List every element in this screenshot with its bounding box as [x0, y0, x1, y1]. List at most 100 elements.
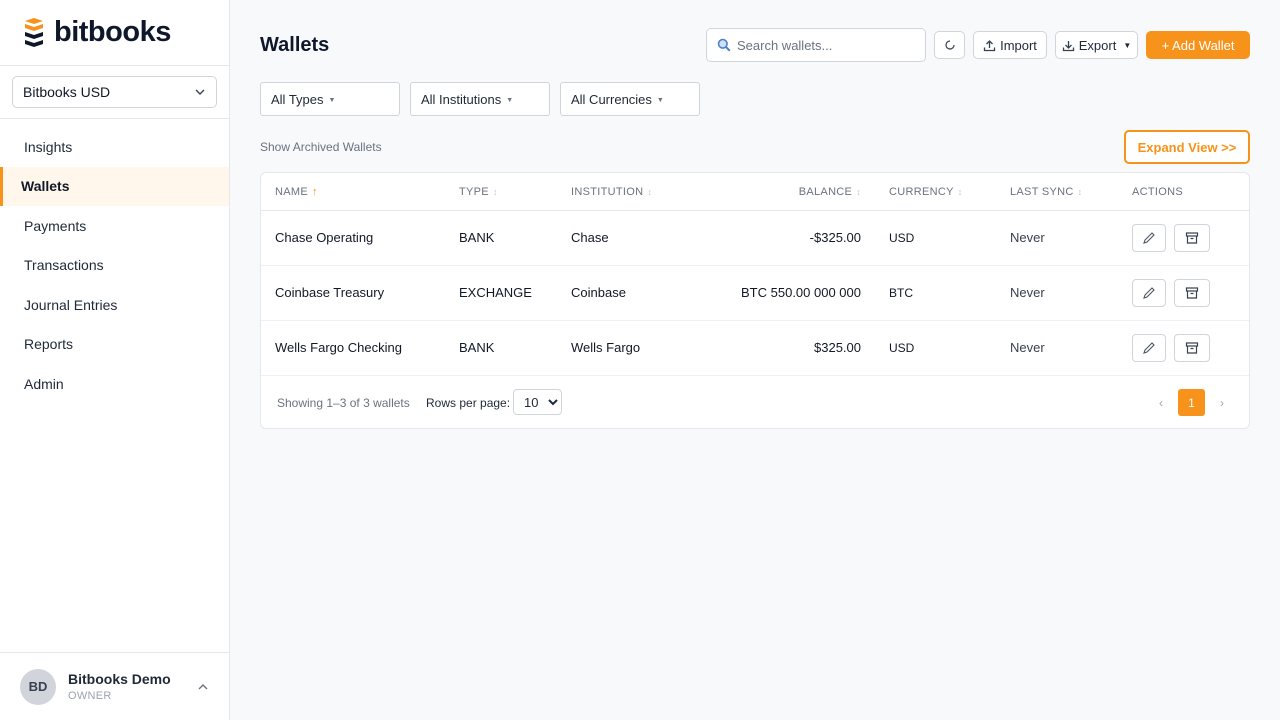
wallet-last-sync: Never	[1010, 285, 1045, 300]
show-archived-link[interactable]: Show Archived Wallets	[260, 140, 382, 154]
wallet-currency: USD	[889, 341, 915, 355]
edit-wallet-button[interactable]	[1132, 224, 1166, 252]
wallet-name: Chase Operating	[275, 230, 374, 245]
expand-view-button[interactable]: Expand View >>	[1124, 130, 1250, 164]
organization-name: Bitbooks USD	[23, 84, 111, 100]
institution-filter[interactable]: All Institutions ▼	[410, 82, 550, 116]
pencil-icon	[1143, 342, 1155, 354]
sidebar-item-wallets[interactable]: Wallets	[0, 166, 229, 206]
sidebar-item-journal-entries[interactable]: Journal Entries	[0, 285, 229, 325]
wallet-institution: Chase	[571, 230, 609, 245]
user-role: OWNER	[68, 690, 112, 702]
sort-ascending-icon: ↑	[311, 186, 318, 198]
archive-wallet-button[interactable]	[1174, 224, 1210, 252]
institution-filter-label: All Institutions	[421, 91, 502, 107]
download-icon	[1062, 40, 1074, 51]
export-button[interactable]: Export ▼	[1055, 31, 1138, 59]
column-header-currency[interactable]: CURRENCY ↕	[889, 186, 963, 198]
column-header-institution[interactable]: INSTITUTION ↕	[571, 186, 652, 198]
table-row[interactable]: Coinbase Treasury EXCHANGE Coinbase BTC …	[261, 266, 1249, 321]
sidebar-item-admin[interactable]: Admin	[0, 364, 229, 404]
archive-wallet-button[interactable]	[1174, 334, 1210, 362]
import-label: Import	[1000, 37, 1037, 53]
table-header: NAME ↑ TYPE ↕ INSTITUTION ↕ BALANCE ↕ CURREN…	[261, 173, 1249, 211]
refresh-icon	[944, 40, 955, 50]
sidebar-item-label: Wallets	[21, 178, 70, 195]
table-row[interactable]: Wells Fargo Checking BANK Wells Fargo $3…	[261, 321, 1249, 376]
column-header-balance[interactable]: BALANCE ↕	[799, 186, 861, 198]
edit-wallet-button[interactable]	[1132, 334, 1166, 362]
sidebar-item-label: Journal Entries	[24, 296, 118, 313]
sort-icon: ↕	[647, 187, 653, 197]
sidebar-item-reports[interactable]: Reports	[0, 325, 229, 365]
rows-per-page-select[interactable]: 10	[513, 389, 562, 415]
archive-wallet-button[interactable]	[1174, 279, 1210, 307]
sort-icon: ↕	[1077, 187, 1083, 197]
wallet-currency: USD	[889, 231, 915, 245]
pencil-icon	[1143, 232, 1155, 244]
page-number-button[interactable]: 1	[1178, 389, 1205, 416]
rows-per-page-label: Rows per page:	[426, 396, 511, 410]
sort-icon: ↕	[957, 187, 963, 197]
brand-name: bitbooks	[54, 16, 171, 48]
caret-down-icon: ▼	[506, 96, 514, 104]
table-row[interactable]: Chase Operating BANK Chase -$325.00 USD …	[261, 211, 1249, 266]
sidebar-item-transactions[interactable]: Transactions	[0, 246, 229, 286]
caret-down-icon: ▼	[1123, 40, 1132, 50]
previous-page-button[interactable]: ‹	[1152, 396, 1170, 410]
pencil-icon	[1143, 287, 1155, 299]
wallet-type: BANK	[459, 230, 495, 245]
currency-filter-label: All Currencies	[571, 91, 652, 107]
refresh-button[interactable]	[934, 31, 965, 59]
type-filter-label: All Types	[271, 91, 324, 107]
export-label: Export	[1078, 37, 1117, 53]
wallet-balance: $325.00	[814, 340, 861, 355]
wallet-type: BANK	[459, 340, 495, 355]
add-wallet-button[interactable]: + Add Wallet	[1146, 31, 1250, 59]
sidebar-item-label: Reports	[24, 336, 74, 353]
page-title: Wallets	[260, 34, 330, 56]
avatar: BD	[20, 668, 56, 705]
wallet-balance: -$325.00	[809, 230, 861, 245]
logo[interactable]: bitbooks	[0, 0, 229, 66]
type-filter[interactable]: All Types ▼	[260, 82, 400, 116]
sidebar-item-label: Payments	[24, 217, 87, 234]
sidebar-item-payments[interactable]: Payments	[0, 206, 229, 246]
pagination: ‹ 1 ›	[1152, 389, 1231, 416]
column-header-name[interactable]: NAME ↑	[275, 186, 318, 198]
edit-wallet-button[interactable]	[1132, 279, 1166, 307]
chevron-down-icon	[195, 89, 205, 95]
import-button[interactable]: Import	[973, 31, 1047, 59]
user-name: Bitbooks Demo	[68, 671, 171, 687]
next-page-button[interactable]: ›	[1213, 396, 1231, 410]
column-header-type[interactable]: TYPE ↕	[459, 186, 498, 198]
table-footer: Showing 1–3 of 3 wallets Rows per page: …	[261, 376, 1249, 428]
sidebar-nav: Insights Wallets Payments Transactions J…	[0, 127, 229, 404]
organization-selector[interactable]: Bitbooks USD	[12, 76, 217, 108]
wallet-type: EXCHANGE	[459, 285, 532, 300]
sort-icon: ↕	[492, 187, 498, 197]
caret-down-icon: ▼	[328, 96, 336, 104]
wallet-balance: BTC 550.00 000 000	[741, 285, 861, 300]
column-header-actions: ACTIONS	[1132, 186, 1183, 198]
sidebar-item-label: Insights	[24, 138, 73, 155]
caret-down-icon: ▼	[656, 96, 664, 104]
showing-count: Showing 1–3 of 3 wallets	[277, 396, 410, 410]
column-header-last-sync[interactable]: LAST SYNC ↕	[1010, 186, 1082, 198]
sidebar-item-insights[interactable]: Insights	[0, 127, 229, 167]
search-icon	[717, 38, 731, 52]
wallet-last-sync: Never	[1010, 230, 1045, 245]
sidebar-item-label: Admin	[24, 375, 64, 392]
wallet-institution: Coinbase	[571, 285, 626, 300]
bitbooks-logo-icon	[25, 17, 43, 47]
search-box[interactable]	[706, 28, 926, 62]
wallet-name: Wells Fargo Checking	[275, 340, 402, 355]
search-input[interactable]	[737, 37, 907, 53]
sort-icon: ↕	[856, 187, 861, 197]
wallets-table: NAME ↑ TYPE ↕ INSTITUTION ↕ BALANCE ↕ CURREN…	[260, 172, 1250, 429]
currency-filter[interactable]: All Currencies ▼	[560, 82, 700, 116]
user-menu[interactable]: BD Bitbooks Demo OWNER	[0, 652, 229, 720]
main-content: Wallets Import Export ▼ + Add Wallet All…	[230, 0, 1280, 720]
chevron-up-icon[interactable]	[197, 681, 209, 693]
sidebar: bitbooks Bitbooks USD Insights Wallets P…	[0, 0, 230, 720]
